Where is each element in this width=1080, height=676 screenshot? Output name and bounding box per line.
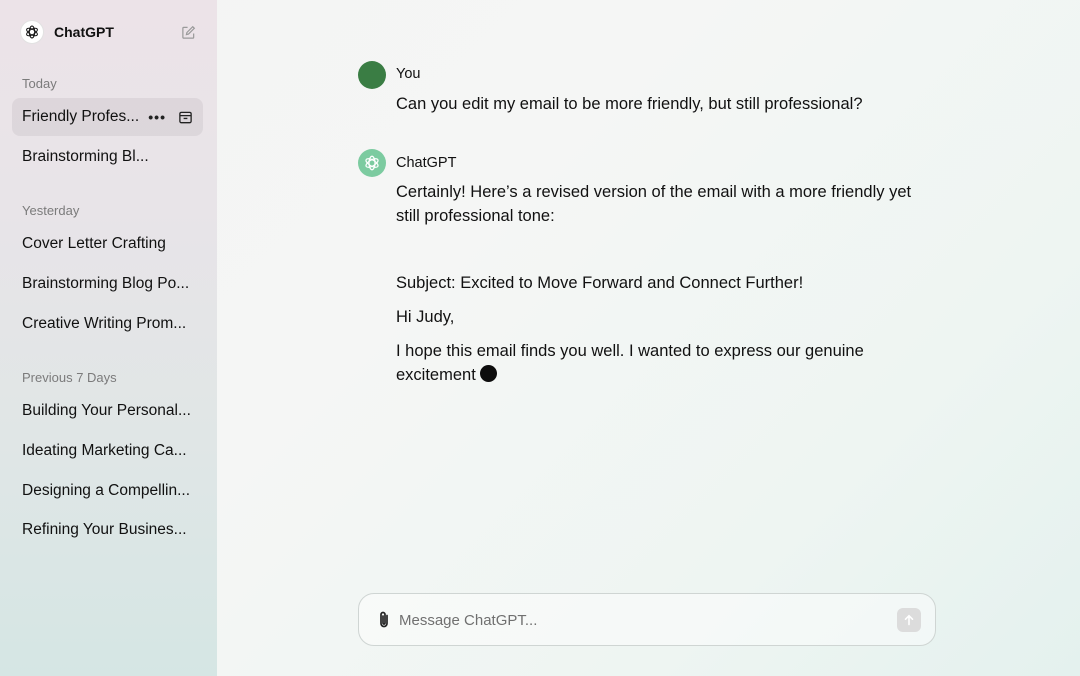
sidebar-item-active[interactable]: Friendly Profes... ••• (12, 98, 203, 136)
sidebar-item[interactable]: Cover Letter Crafting (12, 225, 203, 263)
group-label-yesterday: Yesterday (22, 203, 80, 218)
openai-logo-icon (365, 155, 379, 171)
paperclip-icon (380, 611, 388, 628)
assistant-paragraph: Hi Judy, (396, 308, 455, 326)
group-label-today: Today (22, 76, 57, 91)
sidebar-item[interactable]: Brainstorming Blog Po... (12, 265, 203, 303)
assistant-streaming-paragraph: I hope this email finds you well. I want… (396, 339, 886, 387)
new-chat-button[interactable] (180, 24, 196, 40)
sidebar-item[interactable]: Brainstorming Bl... (12, 138, 203, 176)
sidebar-item-label: Refining Your Busines... (22, 521, 187, 538)
sidebar-item-label: Friendly Profes... (22, 108, 140, 125)
assistant-paragraph: Subject: Excited to Move Forward and Con… (396, 274, 804, 292)
assistant-paragraph: Certainly! Here’s a revised version of t… (396, 183, 912, 225)
sidebar-item-label: Creative Writing Prom... (22, 315, 187, 332)
more-options-button[interactable]: ••• (148, 109, 166, 125)
streaming-cursor-icon (479, 365, 497, 382)
message-author: ChatGPT (396, 155, 457, 171)
sidebar-item-label: Building Your Personal... (22, 402, 191, 419)
user-message-text: Can you edit my email to be more friendl… (396, 95, 863, 113)
sidebar-item-label: Designing a Compellin... (22, 482, 191, 499)
sidebar-item-label: Brainstorming Blog Po... (22, 275, 190, 292)
sidebar-item[interactable]: Ideating Marketing Ca... (12, 432, 203, 470)
assistant-paragraph: I hope this email finds you well. I want… (396, 342, 864, 384)
assistant-avatar (358, 149, 386, 177)
message-author: You (396, 66, 421, 82)
brand[interactable]: ChatGPT (20, 20, 114, 44)
sidebar-item[interactable]: Designing a Compellin... (12, 472, 203, 510)
edit-icon (181, 25, 195, 39)
sidebar-item[interactable]: Creative Writing Prom... (12, 305, 203, 343)
item-actions: ••• (148, 98, 193, 136)
attach-button[interactable] (375, 610, 393, 630)
send-button[interactable] (897, 608, 921, 632)
sidebar: ChatGPT Today Friendly Profes... ••• Bra… (0, 0, 217, 676)
sidebar-item-label: Ideating Marketing Ca... (22, 442, 187, 459)
message-composer (358, 593, 936, 646)
user-avatar (358, 61, 386, 89)
openai-logo-icon (20, 20, 44, 44)
arrow-up-icon (904, 614, 914, 626)
brand-name: ChatGPT (54, 24, 114, 40)
group-label-previous-7-days: Previous 7 Days (22, 370, 117, 385)
sidebar-item-label: Brainstorming Bl... (22, 148, 149, 165)
archive-icon[interactable] (178, 110, 193, 125)
sidebar-item-label: Cover Letter Crafting (22, 235, 166, 252)
message-input[interactable] (399, 608, 879, 632)
sidebar-item[interactable]: Refining Your Busines... (12, 511, 203, 549)
sidebar-item[interactable]: Building Your Personal... (12, 392, 203, 430)
